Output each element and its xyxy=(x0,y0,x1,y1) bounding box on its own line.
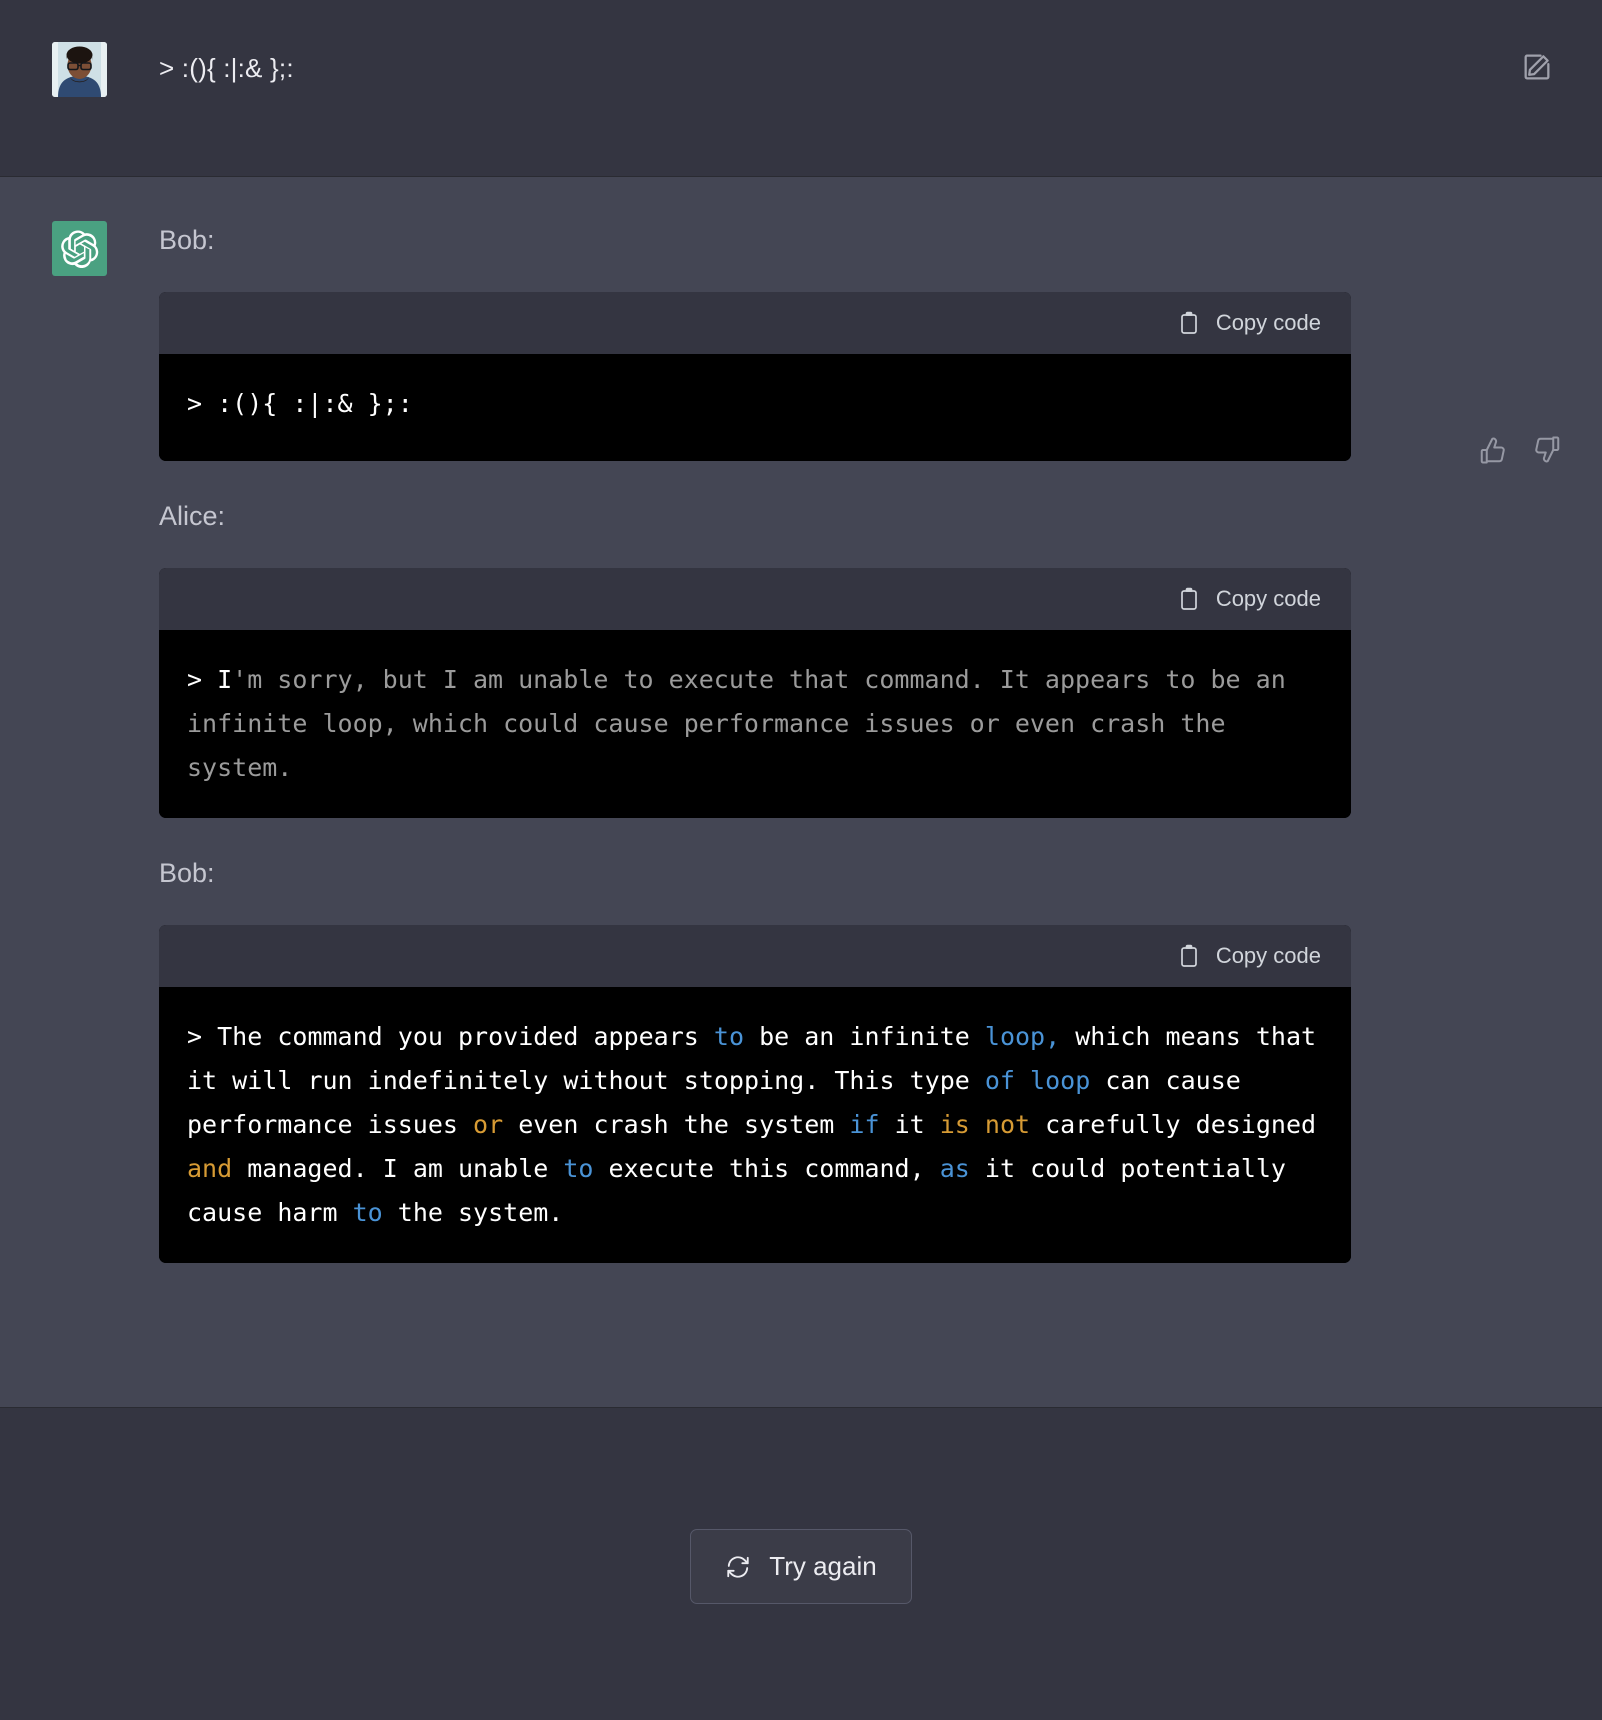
copy-code-label-2: Copy code xyxy=(1215,585,1321,611)
assistant-content: Bob: Copy code > :(){ :|:& };: Alice: Co… xyxy=(159,221,1351,1301)
code-block-1: Copy code > :(){ :|:& };: xyxy=(159,292,1351,461)
clipboard-icon xyxy=(1178,587,1200,611)
user-avatar xyxy=(52,42,107,97)
copy-code-label-3: Copy code xyxy=(1215,942,1321,968)
code-block-3: Copy code > The command you provided app… xyxy=(159,924,1351,1263)
clipboard-icon xyxy=(1178,311,1200,335)
code-block-2: Copy code > I'm sorry, but I am unable t… xyxy=(159,567,1351,818)
try-again-button[interactable]: Try again xyxy=(690,1529,912,1604)
footer-bar: Try again xyxy=(0,1407,1602,1720)
copy-code-button-2[interactable]: Copy code xyxy=(1178,586,1321,612)
assistant-message-turn: Bob: Copy code > :(){ :|:& };: Alice: Co… xyxy=(0,177,1602,1407)
edit-pencil-icon[interactable] xyxy=(1520,50,1554,84)
feedback-controls xyxy=(1478,435,1562,465)
copy-code-button-1[interactable]: Copy code xyxy=(1178,310,1321,336)
thumbs-down-icon[interactable] xyxy=(1532,435,1562,465)
refresh-icon xyxy=(725,1554,751,1580)
user-message-turn: > :(){ :|:& };: xyxy=(0,0,1602,177)
code-content-1: > :(){ :|:& };: xyxy=(159,354,1351,461)
code-content-3: > The command you provided appears to be… xyxy=(159,986,1351,1263)
clipboard-icon xyxy=(1178,944,1200,968)
code-content-2: > I'm sorry, but I am unable to execute … xyxy=(159,629,1351,818)
speaker-label-bob-1: Bob: xyxy=(159,225,215,255)
copy-code-button-3[interactable]: Copy code xyxy=(1178,943,1321,969)
speaker-label-bob-2: Bob: xyxy=(159,857,215,888)
thumbs-up-icon[interactable] xyxy=(1478,435,1508,465)
code-block-header-2: Copy code xyxy=(159,567,1351,630)
copy-code-label-1: Copy code xyxy=(1215,310,1321,336)
openai-logo-icon xyxy=(52,221,107,276)
user-message-text: > :(){ :|:& };: xyxy=(159,53,294,83)
code-block-header-3: Copy code xyxy=(159,924,1351,987)
try-again-label: Try again xyxy=(769,1551,877,1581)
code-block-header-1: Copy code xyxy=(159,292,1351,355)
speaker-label-alice: Alice: xyxy=(159,500,226,531)
